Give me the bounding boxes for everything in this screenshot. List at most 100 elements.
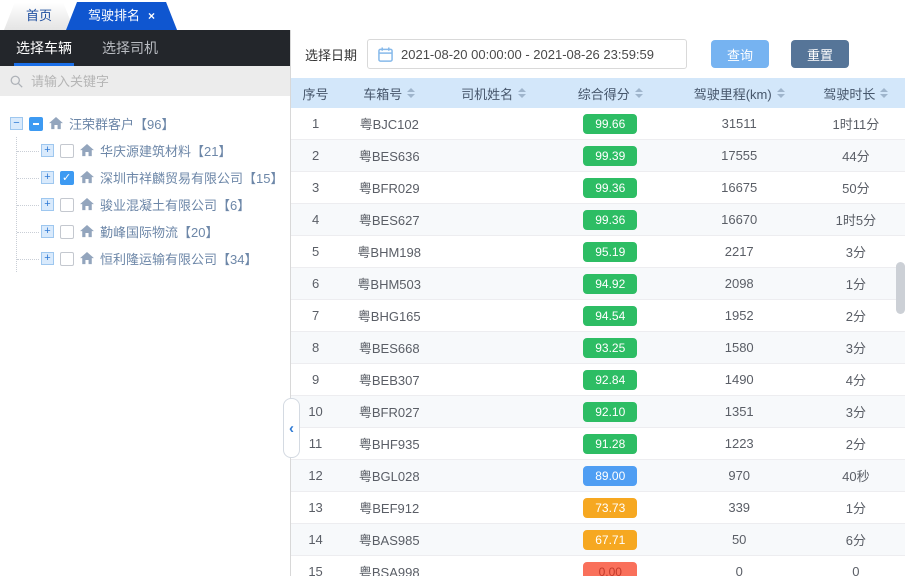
cell-duration: 3分	[807, 402, 905, 421]
cell-index: 7	[291, 308, 340, 323]
collapse-toggle-icon[interactable]: −	[10, 117, 23, 130]
column-header-label: 司机姓名	[461, 84, 513, 103]
score-badge: 67.71	[583, 530, 637, 550]
cell-score: 89.00	[549, 466, 672, 486]
table-row: 7 粤BHG165 94.54 1952 2分	[291, 300, 905, 332]
tab-select-vehicle-label: 选择车辆	[16, 38, 72, 58]
table-row: 2 粤BES636 99.39 17555 44分	[291, 140, 905, 172]
tree-item: + 骏业混凝土有限公司【6】	[17, 191, 282, 218]
close-icon[interactable]: ×	[148, 10, 155, 22]
chevron-left-icon: ‹	[289, 421, 294, 436]
tab-select-vehicle[interactable]: 选择车辆	[14, 30, 74, 66]
cell-index: 13	[291, 500, 340, 515]
cell-index: 8	[291, 340, 340, 355]
expand-toggle-icon[interactable]: +	[41, 225, 54, 238]
home-icon	[80, 225, 94, 238]
table-row: 12 粤BGL028 89.00 970 40秒	[291, 460, 905, 492]
home-icon	[80, 252, 94, 265]
cell-index: 3	[291, 180, 340, 195]
table-row: 13 粤BEF912 73.73 339 1分	[291, 492, 905, 524]
column-header[interactable]: 车箱号	[340, 84, 438, 103]
cell-plate: 粤BFR029	[340, 178, 438, 197]
keyword-search-bar	[0, 66, 290, 96]
cell-plate: 粤BHM198	[340, 242, 438, 261]
sort-icon[interactable]	[407, 88, 415, 98]
expand-toggle-icon[interactable]: +	[41, 171, 54, 184]
cell-mileage: 31511	[672, 116, 807, 131]
sidebar-collapse-handle[interactable]: ‹	[283, 398, 300, 458]
tab-home[interactable]: 首页	[4, 2, 74, 30]
tree-item-label[interactable]: 勤峰国际物流【20】	[100, 222, 218, 241]
vertical-scrollbar-thumb[interactable]	[896, 262, 905, 314]
checkbox[interactable]	[60, 225, 74, 239]
sort-icon[interactable]	[635, 88, 643, 98]
tree-item-label[interactable]: 深圳市祥麟贸易有限公司【15】	[100, 168, 283, 187]
checkbox[interactable]	[29, 117, 43, 131]
cell-index: 5	[291, 244, 340, 259]
column-header[interactable]: 驾驶里程(km)	[672, 84, 807, 103]
cell-mileage: 50	[672, 532, 807, 547]
tab-driving-ranking[interactable]: 驾驶排名 ×	[66, 2, 177, 30]
table-row: 6 粤BHM503 94.92 2098 1分	[291, 268, 905, 300]
cell-plate: 粤BES627	[340, 210, 438, 229]
table-header: 序号车箱号司机姓名综合得分驾驶里程(km)驾驶时长	[291, 78, 905, 108]
checkbox[interactable]	[60, 252, 74, 266]
cell-score: 99.66	[549, 114, 672, 134]
tab-select-driver-label: 选择司机	[102, 38, 158, 58]
tab-driving-ranking-label: 驾驶排名	[88, 2, 140, 30]
score-badge: 91.28	[583, 434, 637, 454]
date-range-input[interactable]: 2021-08-20 00:00:00 - 2021-08-26 23:59:5…	[367, 39, 687, 69]
tab-select-driver[interactable]: 选择司机	[100, 30, 160, 66]
sort-icon[interactable]	[777, 88, 785, 98]
column-header[interactable]: 司机姓名	[438, 84, 549, 103]
cell-duration: 1分	[807, 274, 905, 293]
sort-icon[interactable]	[880, 88, 888, 98]
cell-score: 92.84	[549, 370, 672, 390]
score-badge: 99.66	[583, 114, 637, 134]
score-badge: 99.36	[583, 178, 637, 198]
score-badge: 99.39	[583, 146, 637, 166]
reset-button[interactable]: 重置	[791, 40, 849, 68]
table-row: 15 粤BSA998 0.00 0 0	[291, 556, 905, 576]
sort-icon[interactable]	[518, 88, 526, 98]
cell-score: 67.71	[549, 530, 672, 550]
cell-mileage: 17555	[672, 148, 807, 163]
cell-score: 73.73	[549, 498, 672, 518]
tree-item: + 恒利隆运输有限公司【34】	[17, 245, 282, 272]
cell-duration: 40秒	[807, 466, 905, 485]
expand-toggle-icon[interactable]: +	[41, 144, 54, 157]
cell-score: 99.39	[549, 146, 672, 166]
cell-score: 94.92	[549, 274, 672, 294]
cell-index: 12	[291, 468, 340, 483]
column-header[interactable]: 综合得分	[549, 84, 672, 103]
cell-score: 95.19	[549, 242, 672, 262]
tree-item-label[interactable]: 华庆源建筑材料【21】	[100, 141, 231, 160]
cell-plate: 粤BHM503	[340, 274, 438, 293]
cell-duration: 4分	[807, 370, 905, 389]
search-input[interactable]	[29, 73, 280, 90]
table-body: 1 粤BJC102 99.66 31511 1时11分 2 粤BES636 99…	[291, 108, 905, 576]
score-badge: 92.10	[583, 402, 637, 422]
score-badge: 99.36	[583, 210, 637, 230]
home-icon	[80, 144, 94, 157]
expand-toggle-icon[interactable]: +	[41, 198, 54, 211]
table-row: 8 粤BES668 93.25 1580 3分	[291, 332, 905, 364]
cell-index: 9	[291, 372, 340, 387]
expand-toggle-icon[interactable]: +	[41, 252, 54, 265]
cell-duration: 6分	[807, 530, 905, 549]
query-button[interactable]: 查询	[711, 40, 769, 68]
cell-plate: 粤BJC102	[340, 114, 438, 133]
cell-score: 99.36	[549, 178, 672, 198]
tree-item-label[interactable]: 恒利隆运输有限公司【34】	[100, 249, 257, 268]
checkbox[interactable]	[60, 171, 74, 185]
checkbox[interactable]	[60, 198, 74, 212]
cell-mileage: 1223	[672, 436, 807, 451]
column-header[interactable]: 驾驶时长	[807, 84, 905, 103]
table-row: 11 粤BHF935 91.28 1223 2分	[291, 428, 905, 460]
tree-item-label[interactable]: 骏业混凝土有限公司【6】	[100, 195, 250, 214]
tree-root-label[interactable]: 汪荣群客户【96】	[69, 114, 174, 133]
cell-plate: 粤BHG165	[340, 306, 438, 325]
sidebar-tabs: 选择车辆 选择司机	[0, 30, 290, 66]
score-badge: 89.00	[583, 466, 637, 486]
checkbox[interactable]	[60, 144, 74, 158]
